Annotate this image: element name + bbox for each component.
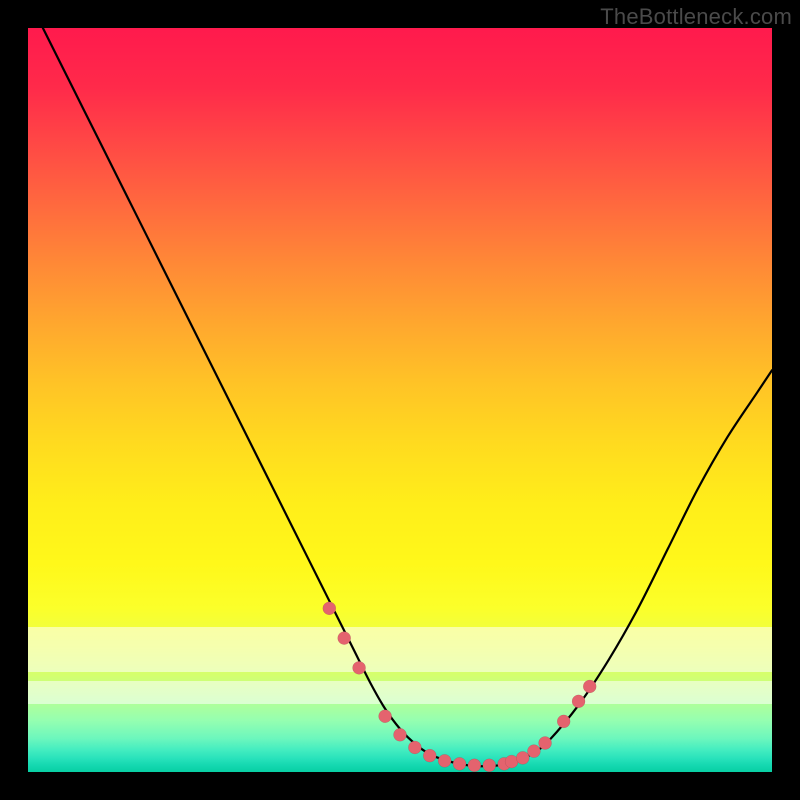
marker-dot	[423, 749, 436, 762]
marker-dot	[353, 661, 366, 674]
watermark-text: TheBottleneck.com	[600, 4, 792, 30]
marker-dot	[572, 695, 585, 708]
marker-dot	[379, 710, 392, 723]
marker-dot	[453, 757, 466, 770]
marker-dot	[408, 741, 421, 754]
marker-dot	[516, 751, 529, 764]
marker-dot	[483, 759, 496, 772]
marker-dot	[557, 715, 570, 728]
marker-dot	[539, 736, 552, 749]
marker-dot	[394, 728, 407, 741]
bottleneck-curve	[43, 28, 772, 766]
marker-dot	[438, 754, 451, 767]
marker-dot	[527, 745, 540, 758]
marker-dot	[468, 759, 481, 772]
marker-dot	[338, 632, 351, 645]
curve-layer	[28, 28, 772, 772]
marker-dots	[323, 602, 596, 772]
marker-dot	[583, 680, 596, 693]
plot-area	[28, 28, 772, 772]
marker-dot	[323, 602, 336, 615]
chart-frame: TheBottleneck.com	[0, 0, 800, 800]
